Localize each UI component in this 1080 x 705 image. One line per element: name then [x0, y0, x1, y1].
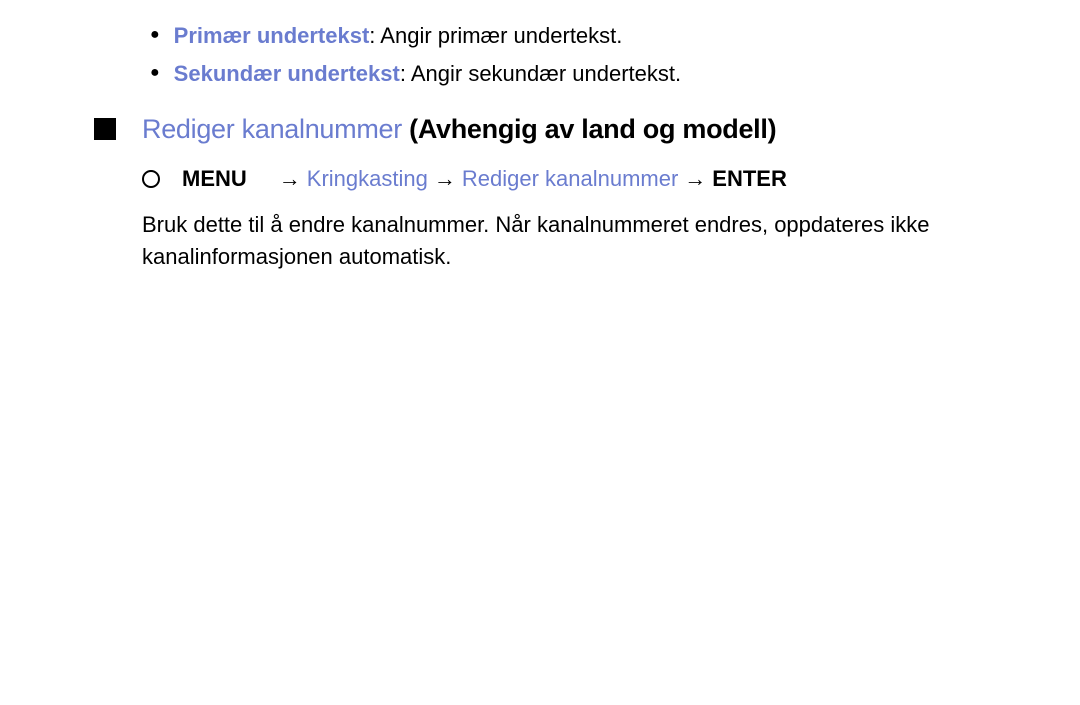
menu-rediger: Rediger kanalnummer	[462, 163, 678, 195]
paragraph-body: Bruk dette til å endre kanalnummer. Når …	[142, 209, 1000, 273]
heading-blue: Rediger kanalnummer	[142, 114, 402, 144]
circle-icon	[142, 170, 160, 188]
bullet-item-primary: ● Primær undertekst: Angir primær undert…	[150, 20, 1040, 52]
menu-kringkasting: Kringkasting	[307, 163, 428, 195]
bullet-label: Sekundær undertekst	[174, 61, 400, 86]
bullet-dot-icon: ●	[150, 58, 160, 88]
menu-path: MENU → Kringkasting → Rediger kanalnumme…	[142, 163, 1040, 195]
bullet-text: Sekundær undertekst: Angir sekundær unde…	[174, 58, 681, 90]
heading-text: Rediger kanalnummer (Avhengig av land og…	[142, 110, 776, 149]
arrow-icon: →	[279, 163, 301, 195]
arrow-icon: →	[434, 163, 456, 195]
menu-label: MENU	[182, 163, 247, 195]
square-icon	[94, 118, 116, 140]
bullet-text: Primær undertekst: Angir primær undertek…	[174, 20, 623, 52]
bullet-label: Primær undertekst	[174, 23, 370, 48]
bullet-dot-icon: ●	[150, 20, 160, 50]
section-rediger-kanalnummer: Rediger kanalnummer (Avhengig av land og…	[40, 110, 1040, 273]
bullet-item-secondary: ● Sekundær undertekst: Angir sekundær un…	[150, 58, 1040, 90]
bullet-desc: : Angir primær undertekst.	[369, 23, 622, 48]
bullet-list: ● Primær undertekst: Angir primær undert…	[150, 20, 1040, 90]
arrow-icon: →	[684, 163, 706, 195]
heading-black: (Avhengig av land og modell)	[402, 114, 776, 144]
bullet-desc: : Angir sekundær undertekst.	[400, 61, 681, 86]
menu-enter: ENTER	[712, 163, 787, 195]
section-heading: Rediger kanalnummer (Avhengig av land og…	[94, 110, 1040, 149]
